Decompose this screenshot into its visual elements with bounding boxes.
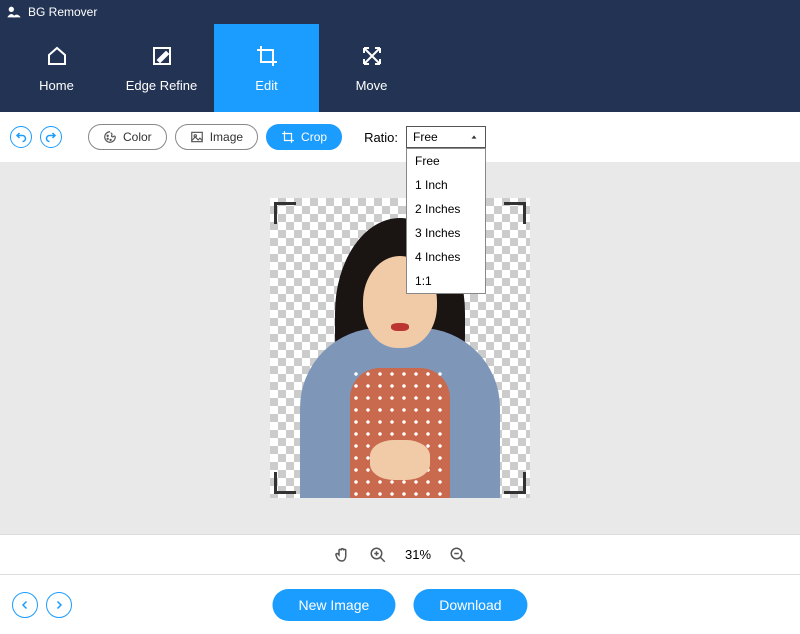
ratio-option[interactable]: 2 Inches: [407, 197, 485, 221]
ratio-option[interactable]: 1 Inch: [407, 173, 485, 197]
ratio-selected-value: Free: [413, 130, 438, 144]
chevron-left-icon: [19, 599, 31, 611]
home-icon: [45, 44, 69, 68]
color-button[interactable]: Color: [88, 124, 167, 150]
palette-icon: [103, 130, 117, 144]
undo-icon: [15, 131, 27, 143]
bottom-actions: New Image Download: [272, 589, 527, 621]
edit-toolbar: Color Image Crop Ratio: Free Free 1 Inch…: [0, 112, 800, 162]
title-bar: BG Remover: [0, 0, 800, 24]
image-stage[interactable]: [270, 198, 530, 498]
ratio-dropdown: Free 1 Inch 2 Inches 3 Inches 4 Inches 1…: [406, 148, 486, 294]
caret-up-icon: [469, 132, 479, 142]
bottom-bar: New Image Download: [0, 574, 800, 634]
prev-button[interactable]: [12, 592, 38, 618]
image-icon: [190, 130, 204, 144]
crop-handle-br[interactable]: [504, 472, 526, 494]
color-label: Color: [123, 130, 152, 144]
new-image-button[interactable]: New Image: [272, 589, 395, 621]
crop-handle-tr[interactable]: [504, 202, 526, 224]
nav-label: Edge Refine: [126, 78, 198, 93]
edge-refine-icon: [150, 44, 174, 68]
ratio-option[interactable]: 3 Inches: [407, 221, 485, 245]
zoom-in-icon[interactable]: [369, 546, 387, 564]
nav-edge-refine[interactable]: Edge Refine: [109, 24, 214, 112]
nav-home[interactable]: Home: [4, 24, 109, 112]
canvas-area: [0, 162, 800, 534]
nav-move[interactable]: Move: [319, 24, 424, 112]
main-nav: Home Edge Refine Edit Move: [0, 24, 800, 112]
subject-image: [270, 198, 530, 498]
redo-button[interactable]: [40, 126, 62, 148]
redo-icon: [45, 131, 57, 143]
zoom-percent: 31%: [405, 547, 431, 562]
move-icon: [360, 44, 384, 68]
crop-edit-icon: [255, 44, 279, 68]
nav-label: Home: [39, 78, 74, 93]
zoom-bar: 31%: [0, 534, 800, 574]
ratio-label: Ratio:: [364, 130, 398, 145]
crop-label: Crop: [301, 130, 327, 144]
nav-label: Edit: [255, 78, 277, 93]
app-title: BG Remover: [28, 5, 97, 19]
image-button[interactable]: Image: [175, 124, 258, 150]
ratio-select[interactable]: Free Free 1 Inch 2 Inches 3 Inches 4 Inc…: [406, 126, 486, 148]
ratio-option[interactable]: Free: [407, 149, 485, 173]
undo-button[interactable]: [10, 126, 32, 148]
app-logo-icon: [6, 4, 22, 20]
pan-hand-icon[interactable]: [333, 546, 351, 564]
download-button[interactable]: Download: [413, 589, 527, 621]
crop-button[interactable]: Crop: [266, 124, 342, 150]
image-label: Image: [210, 130, 243, 144]
nav-edit[interactable]: Edit: [214, 24, 319, 112]
crop-handle-bl[interactable]: [274, 472, 296, 494]
next-button[interactable]: [46, 592, 72, 618]
crop-handle-tl[interactable]: [274, 202, 296, 224]
nav-label: Move: [356, 78, 388, 93]
crop-icon: [281, 130, 295, 144]
ratio-option[interactable]: 1:1: [407, 269, 485, 293]
chevron-right-icon: [53, 599, 65, 611]
zoom-out-icon[interactable]: [449, 546, 467, 564]
ratio-option[interactable]: 4 Inches: [407, 245, 485, 269]
